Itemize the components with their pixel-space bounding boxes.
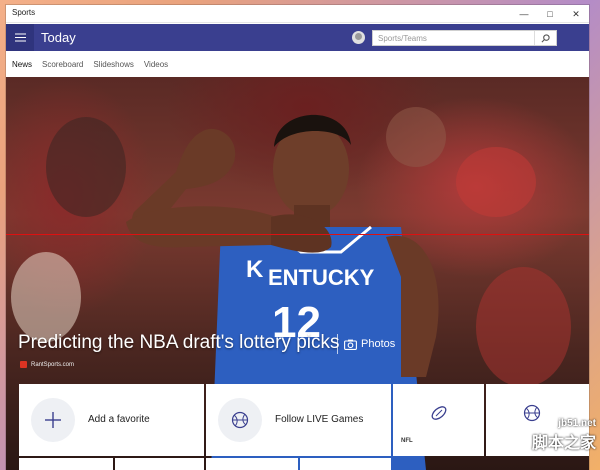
hamburger-menu-icon[interactable] (6, 24, 34, 51)
tile-label: Follow LIVE Games (275, 414, 364, 425)
minimize-icon[interactable]: — (511, 5, 537, 23)
tile-label: NFL (401, 438, 413, 444)
tab-bar: News Scoreboard Slideshows Videos (6, 52, 589, 76)
search-box (372, 30, 557, 46)
app-window: Sports — □ ✕ Today News Scoreboard Slide… (6, 5, 589, 470)
avatar[interactable] (352, 31, 365, 44)
tab-slideshows[interactable]: Slideshows (93, 60, 133, 69)
close-icon[interactable]: ✕ (563, 5, 589, 23)
hero-story[interactable]: K ENTUCKY 12 Predicting the NBA draft's … (6, 77, 589, 470)
svg-text:ENTUCKY: ENTUCKY (268, 265, 375, 290)
photos-label: Photos (361, 338, 396, 350)
search-input[interactable] (373, 31, 534, 45)
camera-icon (344, 339, 357, 350)
follow-live-games-tile[interactable]: Follow LIVE Games (206, 384, 391, 456)
tab-news[interactable]: News (12, 60, 32, 69)
tile-row-partial[interactable] (206, 458, 298, 470)
tab-scoreboard[interactable]: Scoreboard (42, 60, 83, 69)
plus-icon (31, 398, 75, 442)
title-bar: Sports — □ ✕ (6, 5, 589, 23)
divider-line (6, 234, 589, 235)
search-icon[interactable] (534, 31, 556, 45)
story-source: RantSports.com (20, 361, 74, 368)
watermark: jb51.net 脚本之家 (532, 418, 596, 453)
headline-divider (337, 334, 338, 354)
window-title: Sports (12, 8, 36, 17)
tile-label: Add a favorite (88, 414, 150, 425)
add-favorite-tile[interactable]: Add a favorite (19, 384, 204, 456)
nfl-tile[interactable]: NFL (393, 384, 484, 456)
app-header: Today (6, 24, 589, 51)
svg-text:K: K (246, 256, 264, 283)
tile-row-partial[interactable] (115, 458, 204, 470)
page-title: Today (41, 30, 76, 45)
story-headline[interactable]: Predicting the NBA draft's lottery picks (18, 332, 340, 354)
tile-row-partial[interactable] (300, 458, 391, 470)
watermark-line1: jb51.net (558, 418, 596, 429)
football-icon (430, 404, 448, 427)
source-logo-icon (20, 361, 27, 368)
tab-videos[interactable]: Videos (144, 60, 168, 69)
basketball-icon (218, 398, 262, 442)
watermark-line2: 脚本之家 (531, 435, 596, 452)
tile-row-partial[interactable] (19, 458, 113, 470)
maximize-icon[interactable]: □ (537, 5, 563, 23)
source-label: RantSports.com (31, 361, 75, 368)
photos-link[interactable]: Photos (344, 338, 395, 350)
window-controls: — □ ✕ (511, 5, 589, 23)
